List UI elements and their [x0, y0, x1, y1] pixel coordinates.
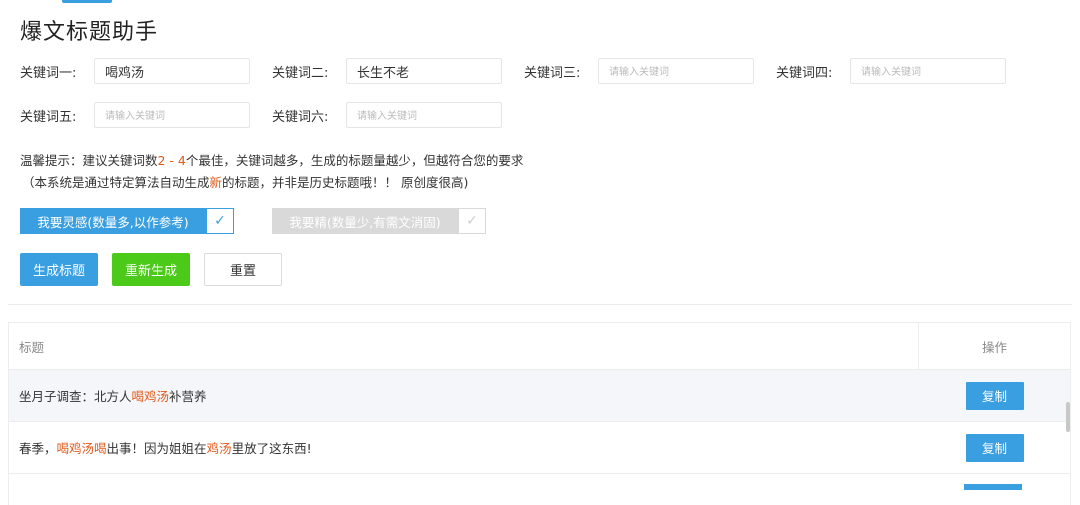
row-title: 坐月子调查：北方人 喝鸡汤 补营养 [9, 370, 919, 421]
reset-button[interactable]: 重置 [204, 253, 282, 286]
title-text: 补营养 [169, 389, 207, 404]
column-header-actions: 操作 [981, 339, 1007, 355]
copy-button[interactable]: 复制 [965, 433, 1024, 462]
title-text: 春季， [19, 441, 57, 456]
tip-line-1-prefix: 温馨提示：建议关键词数 [20, 153, 158, 168]
tip-line-2-prefix: （本系统是通过特定算法自动生成 [22, 175, 210, 190]
keyword-input-3[interactable] [598, 58, 754, 84]
tip-line-2: （本系统是通过特定算法自动生成新的标题，并非是历史标题哦！！ 原创度很高) [22, 172, 468, 191]
keyword-field-3: 关键词三: [524, 58, 756, 84]
title-keyword: 喝鸡汤 [131, 389, 170, 404]
copy-button[interactable]: 复制 [965, 381, 1024, 410]
row-actions: 复制 [919, 370, 1070, 421]
tip-line-1-suffix: 个最佳，关键词越多，生成的标题量越少，但越符合您的要求 [185, 153, 524, 168]
mode-precise-label: 我要精(数量少,有需文消固) [272, 208, 458, 234]
keyword-input-6[interactable] [346, 102, 502, 128]
tip-keyword-range: 2 - 4 [157, 153, 186, 168]
row-actions: 复制 [919, 422, 1070, 473]
column-header-title: 标题 [9, 323, 919, 369]
title-text: 坐月子调查：北方人 [19, 389, 132, 404]
mode-inspiration-label: 我要灵感(数量多,以作参考) [20, 208, 206, 234]
title-keyword: 鸡汤 [206, 441, 232, 456]
title-text: 里放了这东西! [231, 441, 312, 456]
tip-line-1: 温馨提示：建议关键词数2 - 4个最佳，关键词越多，生成的标题量越少，但越符合您… [20, 150, 523, 169]
mode-precise-toggle[interactable]: 我要精(数量少,有需文消固) ✓ [272, 208, 486, 234]
table-row: 坐月子调查：北方人 喝鸡汤 补营养 复制 [9, 370, 1070, 422]
title-keyword: 喝鸡汤喝 [56, 441, 107, 456]
keyword-label-2: 关键词二: [272, 65, 329, 81]
keyword-field-6: 关键词六: [272, 102, 504, 128]
results-table: 标题 操作 坐月子调查：北方人 喝鸡汤 补营养 复制 春季， 喝鸡汤喝 出事！因为姐姐在… [8, 322, 1071, 505]
keyword-label-1: 关键词一: [20, 65, 77, 81]
active-tab-indicator [62, 0, 112, 3]
mode-inspiration-toggle[interactable]: 我要灵感(数量多,以作参考) ✓ [20, 208, 234, 234]
generate-button[interactable]: 生成标题 [20, 253, 98, 286]
keyword-input-5[interactable] [94, 102, 250, 128]
tip-line-2-highlight: 新 [209, 175, 223, 190]
keyword-label-3: 关键词三: [524, 65, 581, 81]
keyword-input-4[interactable] [850, 58, 1006, 84]
keyword-field-5: 关键词五: [20, 102, 252, 128]
table-header: 标题 操作 [9, 323, 1070, 370]
keyword-label-6: 关键词六: [272, 109, 329, 125]
check-icon: ✓ [458, 208, 486, 234]
keyword-input-1[interactable] [94, 58, 250, 84]
keyword-input-2[interactable] [346, 58, 502, 84]
table-row: 春季， 喝鸡汤喝 出事！因为姐姐在 鸡汤 里放了这东西! 复制 [9, 422, 1070, 474]
row-title: 春季， 喝鸡汤喝 出事！因为姐姐在 鸡汤 里放了这东西! [9, 422, 919, 473]
keyword-label-4: 关键词四: [776, 65, 833, 81]
table-scrollbar[interactable] [1066, 402, 1070, 432]
copy-button-partial[interactable] [964, 484, 1022, 490]
section-divider [8, 304, 1072, 305]
keyword-field-2: 关键词二: [272, 58, 504, 84]
title-text: 出事！因为姐姐在 [106, 441, 207, 456]
regenerate-button[interactable]: 重新生成 [112, 253, 190, 286]
check-icon: ✓ [206, 208, 234, 234]
keyword-label-5: 关键词五: [20, 109, 77, 125]
keyword-field-4: 关键词四: [776, 58, 1008, 84]
tip-line-2-suffix: 的标题，并非是历史标题哦！！ 原创度很高) [222, 175, 469, 190]
page-title: 爆文标题助手 [20, 20, 159, 45]
keyword-field-1: 关键词一: [20, 58, 252, 84]
